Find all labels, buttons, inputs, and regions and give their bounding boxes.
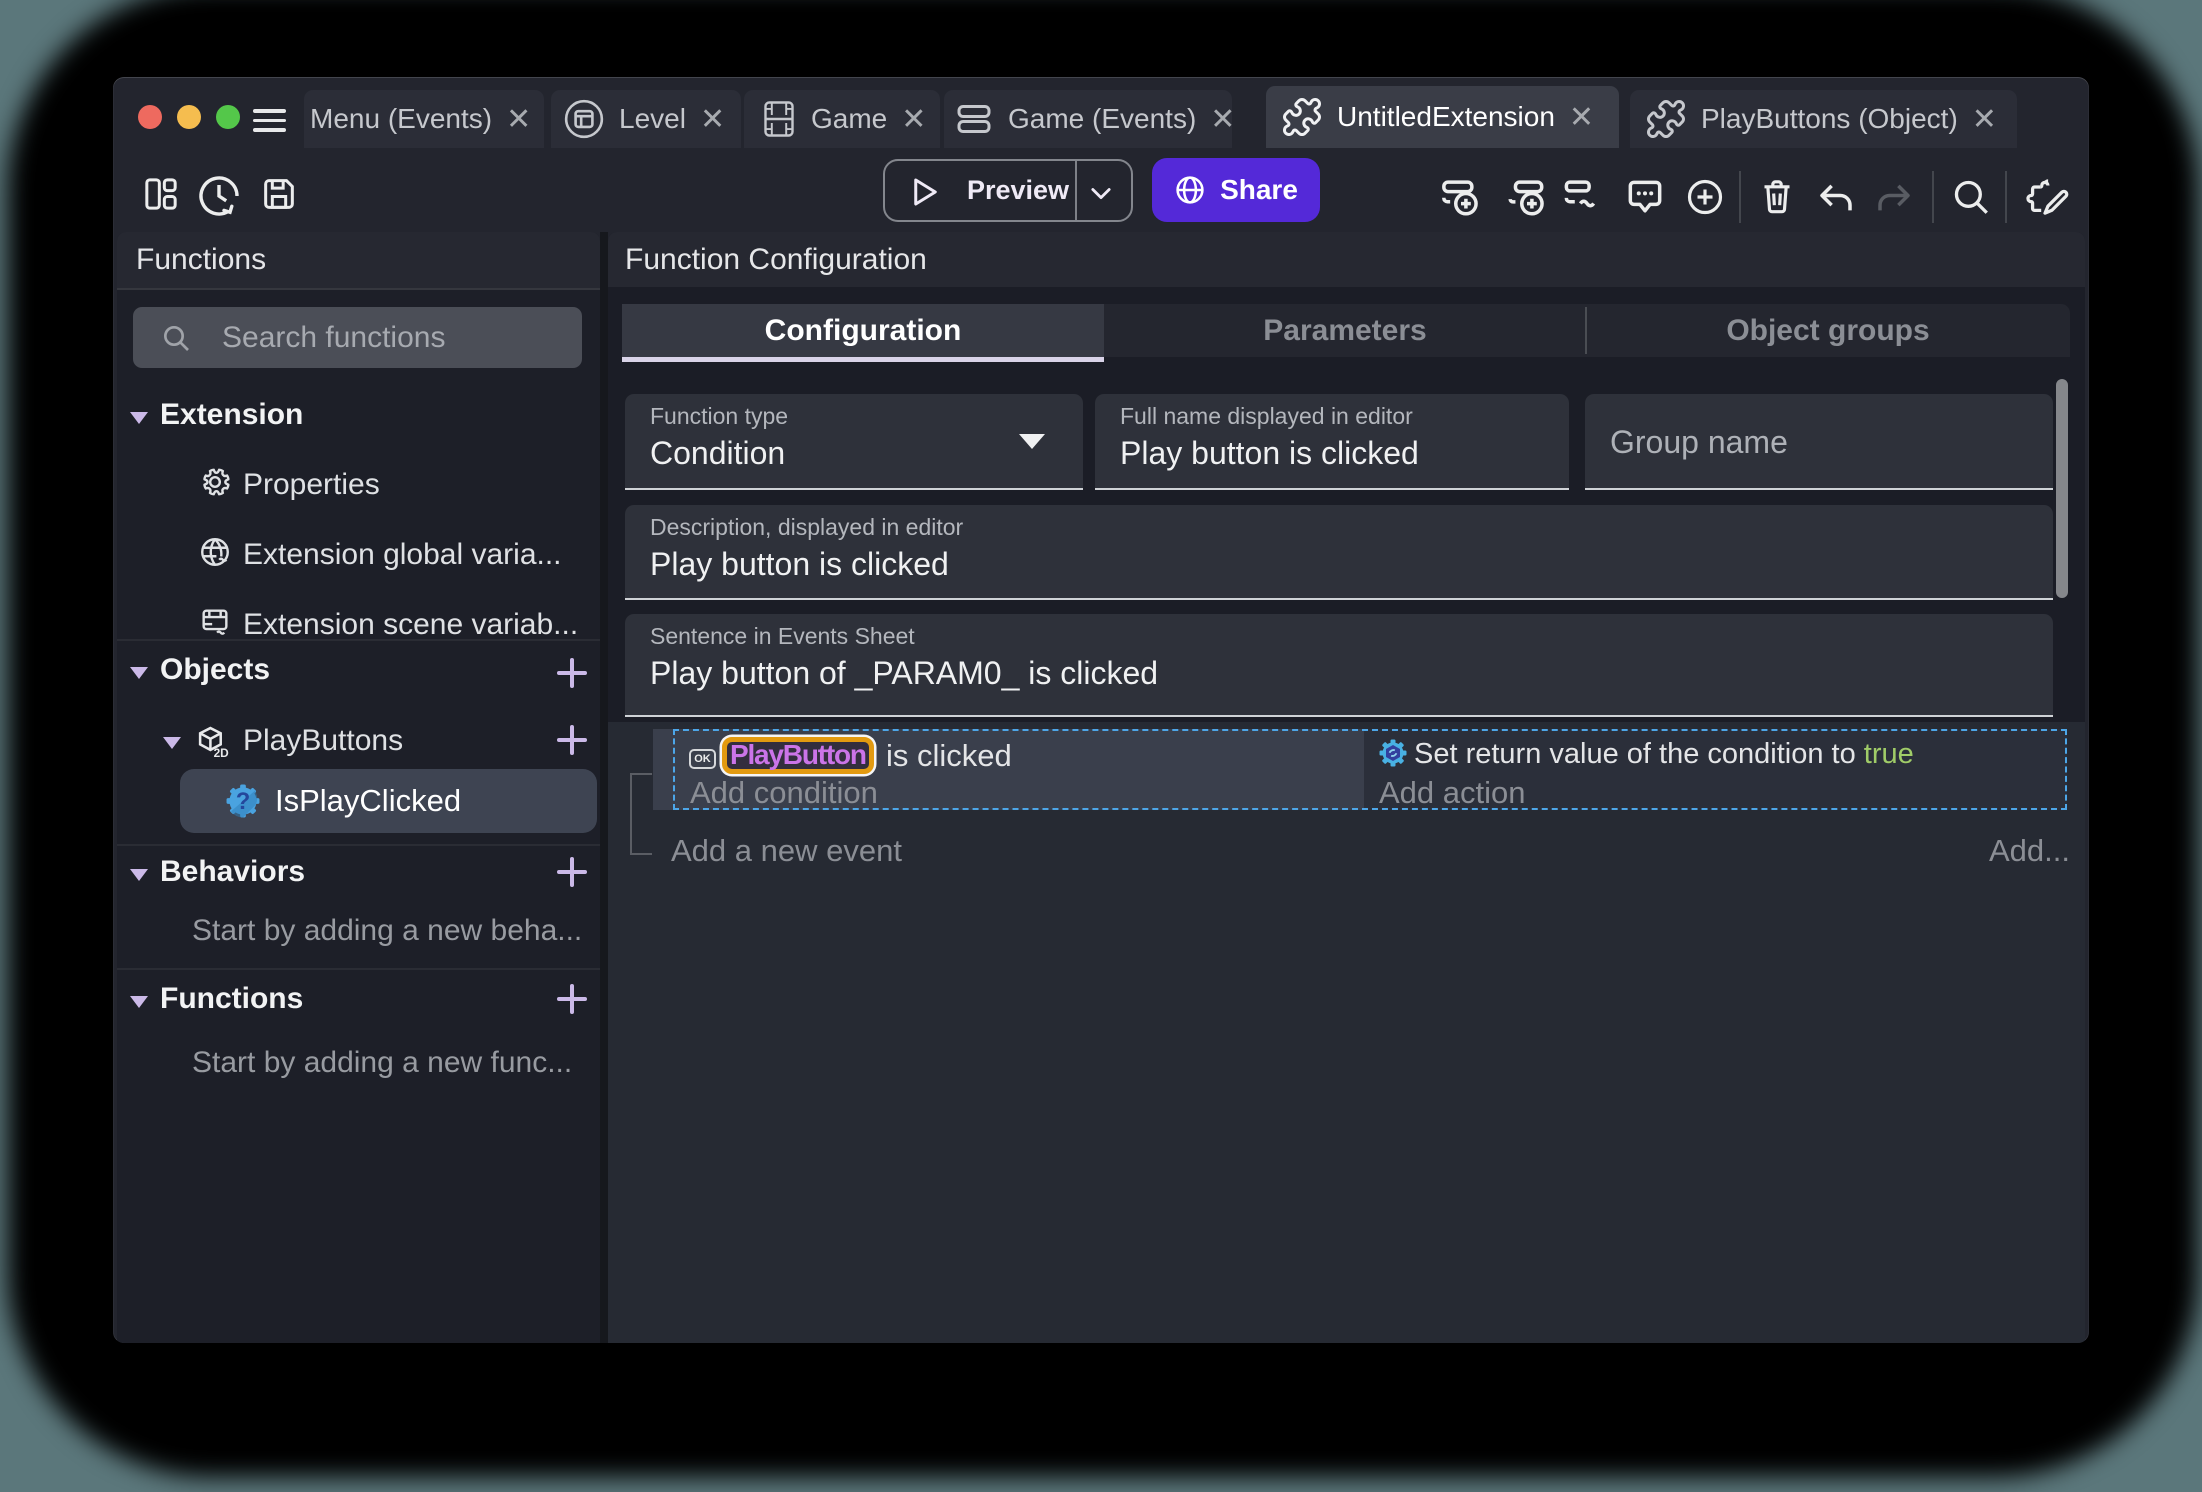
svg-text:?: ? — [236, 788, 251, 815]
svg-text:2D: 2D — [214, 746, 230, 760]
